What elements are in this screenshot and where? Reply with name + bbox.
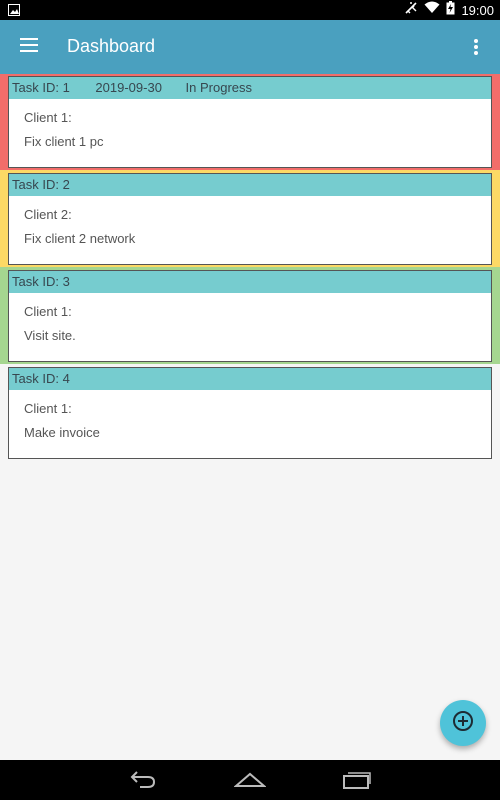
more-vert-icon[interactable] <box>466 36 486 58</box>
task-id: Task ID: 3 <box>12 274 70 289</box>
wifi-icon <box>424 1 440 19</box>
task-item[interactable]: Task ID: 1 2019-09-30 In Progress Client… <box>0 74 500 170</box>
page-title: Dashboard <box>67 36 156 56</box>
task-client: Client 1: <box>24 401 72 416</box>
add-circle-icon <box>452 710 474 737</box>
task-header: Task ID: 4 <box>9 368 491 390</box>
image-notification-icon <box>8 3 20 21</box>
task-item[interactable]: Task ID: 2 Client 2: Fix client 2 networ… <box>0 170 500 267</box>
status-time: 19:00 <box>461 2 494 18</box>
signal-off-icon <box>404 1 418 20</box>
task-description: Fix client 2 network <box>24 231 136 246</box>
status-bar: 19:00 <box>0 0 500 20</box>
task-description: Fix client 1 pc <box>24 134 104 149</box>
task-id: Task ID: 1 <box>12 80 70 95</box>
task-header: Task ID: 2 <box>9 174 491 196</box>
task-description: Make invoice <box>24 425 100 440</box>
task-date: 2019-09-30 <box>95 80 162 95</box>
task-card[interactable]: Task ID: 4 Client 1: Make invoice <box>8 367 492 459</box>
task-id: Task ID: 2 <box>12 177 70 192</box>
task-item[interactable]: Task ID: 4 Client 1: Make invoice <box>0 364 500 461</box>
task-id: Task ID: 4 <box>12 371 70 386</box>
task-client: Client 1: <box>24 304 72 319</box>
task-card[interactable]: Task ID: 2 Client 2: Fix client 2 networ… <box>8 173 492 265</box>
menu-icon[interactable] <box>20 38 40 56</box>
app-bar: Dashboard <box>0 20 500 74</box>
back-icon[interactable] <box>128 768 158 795</box>
task-description: Visit site. <box>24 328 76 343</box>
task-item[interactable]: Task ID: 3 Client 1: Visit site. <box>0 267 500 364</box>
task-client: Client 2: <box>24 207 72 222</box>
nav-bar <box>0 760 500 800</box>
task-status: In Progress <box>185 80 253 95</box>
task-header: Task ID: 3 <box>9 271 491 293</box>
battery-icon <box>446 0 455 20</box>
task-header: Task ID: 1 2019-09-30 In Progress <box>9 77 491 99</box>
task-card[interactable]: Task ID: 1 2019-09-30 In Progress Client… <box>8 76 492 168</box>
home-icon[interactable] <box>233 768 267 795</box>
recents-icon[interactable] <box>340 768 372 795</box>
task-client: Client 1: <box>24 110 72 125</box>
add-task-button[interactable] <box>440 700 486 746</box>
task-card[interactable]: Task ID: 3 Client 1: Visit site. <box>8 270 492 362</box>
